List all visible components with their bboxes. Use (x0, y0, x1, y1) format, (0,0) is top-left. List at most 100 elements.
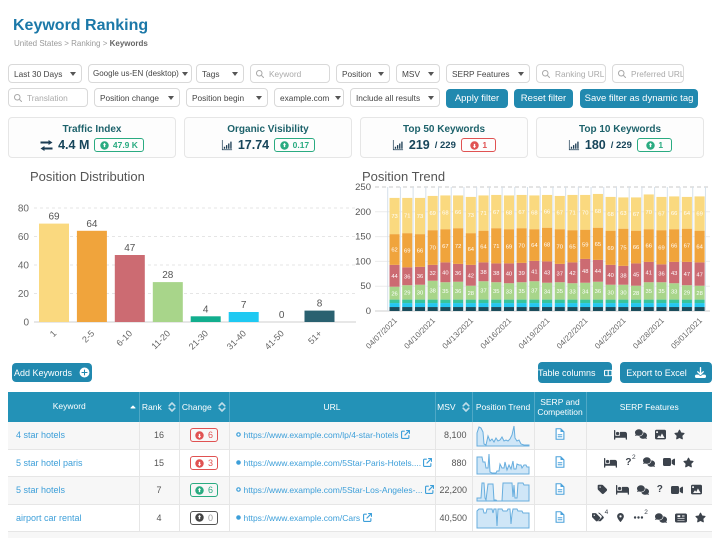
svg-text:71: 71 (569, 211, 575, 217)
svg-text:0: 0 (366, 306, 371, 317)
svg-text:66: 66 (671, 244, 677, 250)
svg-text:29: 29 (404, 291, 410, 297)
svg-text:36: 36 (595, 289, 601, 295)
svg-text:69: 69 (48, 212, 60, 223)
svg-text:41: 41 (531, 269, 537, 275)
svg-text:59: 59 (582, 242, 588, 248)
svg-text:44: 44 (391, 274, 398, 280)
svg-text:68: 68 (607, 212, 613, 218)
svg-text:68: 68 (544, 243, 550, 249)
svg-text:40: 40 (607, 273, 613, 279)
svg-text:42: 42 (468, 273, 474, 279)
svg-text:0: 0 (23, 318, 29, 329)
svg-text:67: 67 (493, 210, 499, 216)
svg-text:36: 36 (658, 272, 664, 278)
svg-text:28: 28 (468, 291, 474, 297)
svg-text:6-10: 6-10 (114, 328, 134, 348)
svg-text:69: 69 (506, 244, 512, 250)
svg-text:64: 64 (696, 245, 703, 251)
svg-text:60: 60 (18, 232, 30, 243)
svg-text:80: 80 (18, 204, 30, 215)
svg-text:38: 38 (429, 288, 435, 294)
svg-text:67: 67 (557, 211, 563, 217)
svg-text:70: 70 (582, 211, 588, 217)
svg-text:68: 68 (442, 211, 448, 217)
svg-text:66: 66 (633, 245, 639, 251)
svg-text:66: 66 (646, 244, 652, 250)
svg-text:43: 43 (544, 270, 550, 276)
svg-text:28: 28 (633, 291, 639, 297)
svg-text:65: 65 (595, 242, 601, 248)
svg-text:75: 75 (620, 245, 626, 251)
svg-text:65: 65 (569, 244, 575, 250)
svg-text:47: 47 (124, 243, 136, 254)
svg-text:35: 35 (557, 289, 563, 295)
svg-text:35: 35 (518, 289, 524, 295)
svg-text:70: 70 (429, 246, 435, 252)
svg-text:72: 72 (455, 244, 461, 250)
svg-text:73: 73 (417, 214, 423, 220)
svg-text:30: 30 (607, 290, 613, 296)
svg-text:40: 40 (442, 271, 448, 277)
svg-text:35: 35 (646, 289, 652, 295)
svg-text:71: 71 (404, 214, 410, 220)
svg-text:69: 69 (607, 246, 613, 252)
svg-text:64: 64 (480, 245, 487, 251)
svg-text:47: 47 (696, 272, 702, 278)
svg-text:37: 37 (531, 289, 537, 295)
svg-text:70: 70 (518, 244, 524, 250)
svg-text:48: 48 (582, 269, 588, 275)
svg-text:51+: 51+ (306, 328, 324, 346)
svg-text:33: 33 (569, 290, 575, 296)
svg-text:30: 30 (620, 290, 626, 296)
svg-text:66: 66 (544, 210, 550, 216)
svg-text:33: 33 (506, 290, 512, 296)
svg-text:36: 36 (417, 274, 423, 280)
svg-text:4: 4 (203, 304, 209, 315)
svg-text:20: 20 (18, 289, 30, 300)
svg-text:04/25/2021: 04/25/2021 (593, 316, 628, 350)
svg-text:37: 37 (480, 289, 486, 295)
svg-text:05/01/2021: 05/01/2021 (669, 316, 704, 350)
svg-text:29: 29 (684, 291, 690, 297)
svg-text:100: 100 (355, 256, 371, 267)
svg-text:68: 68 (531, 211, 537, 217)
svg-text:43: 43 (671, 271, 677, 277)
svg-text:04/13/2021: 04/13/2021 (441, 316, 476, 350)
svg-text:7: 7 (241, 300, 247, 311)
svg-text:62: 62 (391, 248, 397, 254)
svg-text:31-40: 31-40 (225, 328, 248, 350)
svg-text:41: 41 (646, 270, 652, 276)
svg-text:64: 64 (684, 211, 691, 217)
svg-text:35: 35 (658, 289, 664, 295)
svg-text:44: 44 (595, 269, 602, 275)
svg-text:69: 69 (404, 248, 410, 254)
svg-text:68: 68 (506, 211, 512, 217)
svg-text:39: 39 (518, 271, 524, 277)
svg-text:04/28/2021: 04/28/2021 (631, 316, 666, 350)
svg-text:36: 36 (455, 289, 461, 295)
svg-text:38: 38 (480, 270, 486, 276)
svg-text:40: 40 (18, 261, 30, 272)
svg-text:34: 34 (544, 289, 551, 295)
svg-text:35: 35 (493, 289, 499, 295)
svg-text:28: 28 (162, 270, 174, 281)
svg-text:38: 38 (493, 271, 499, 277)
svg-text:67: 67 (442, 244, 448, 250)
svg-text:64: 64 (86, 219, 98, 230)
svg-text:200: 200 (355, 207, 371, 218)
svg-text:70: 70 (557, 245, 563, 251)
svg-text:64: 64 (531, 243, 538, 249)
svg-text:40: 40 (506, 272, 512, 278)
svg-text:35: 35 (442, 289, 448, 295)
svg-text:73: 73 (468, 213, 474, 219)
svg-text:64: 64 (468, 247, 475, 253)
svg-text:38: 38 (620, 273, 626, 279)
svg-text:34: 34 (582, 289, 589, 295)
svg-text:1: 1 (48, 328, 59, 339)
svg-text:04/10/2021: 04/10/2021 (402, 316, 437, 350)
svg-text:11-20: 11-20 (149, 328, 172, 350)
svg-text:250: 250 (355, 182, 371, 193)
svg-text:63: 63 (620, 211, 626, 217)
svg-text:33: 33 (671, 290, 677, 296)
